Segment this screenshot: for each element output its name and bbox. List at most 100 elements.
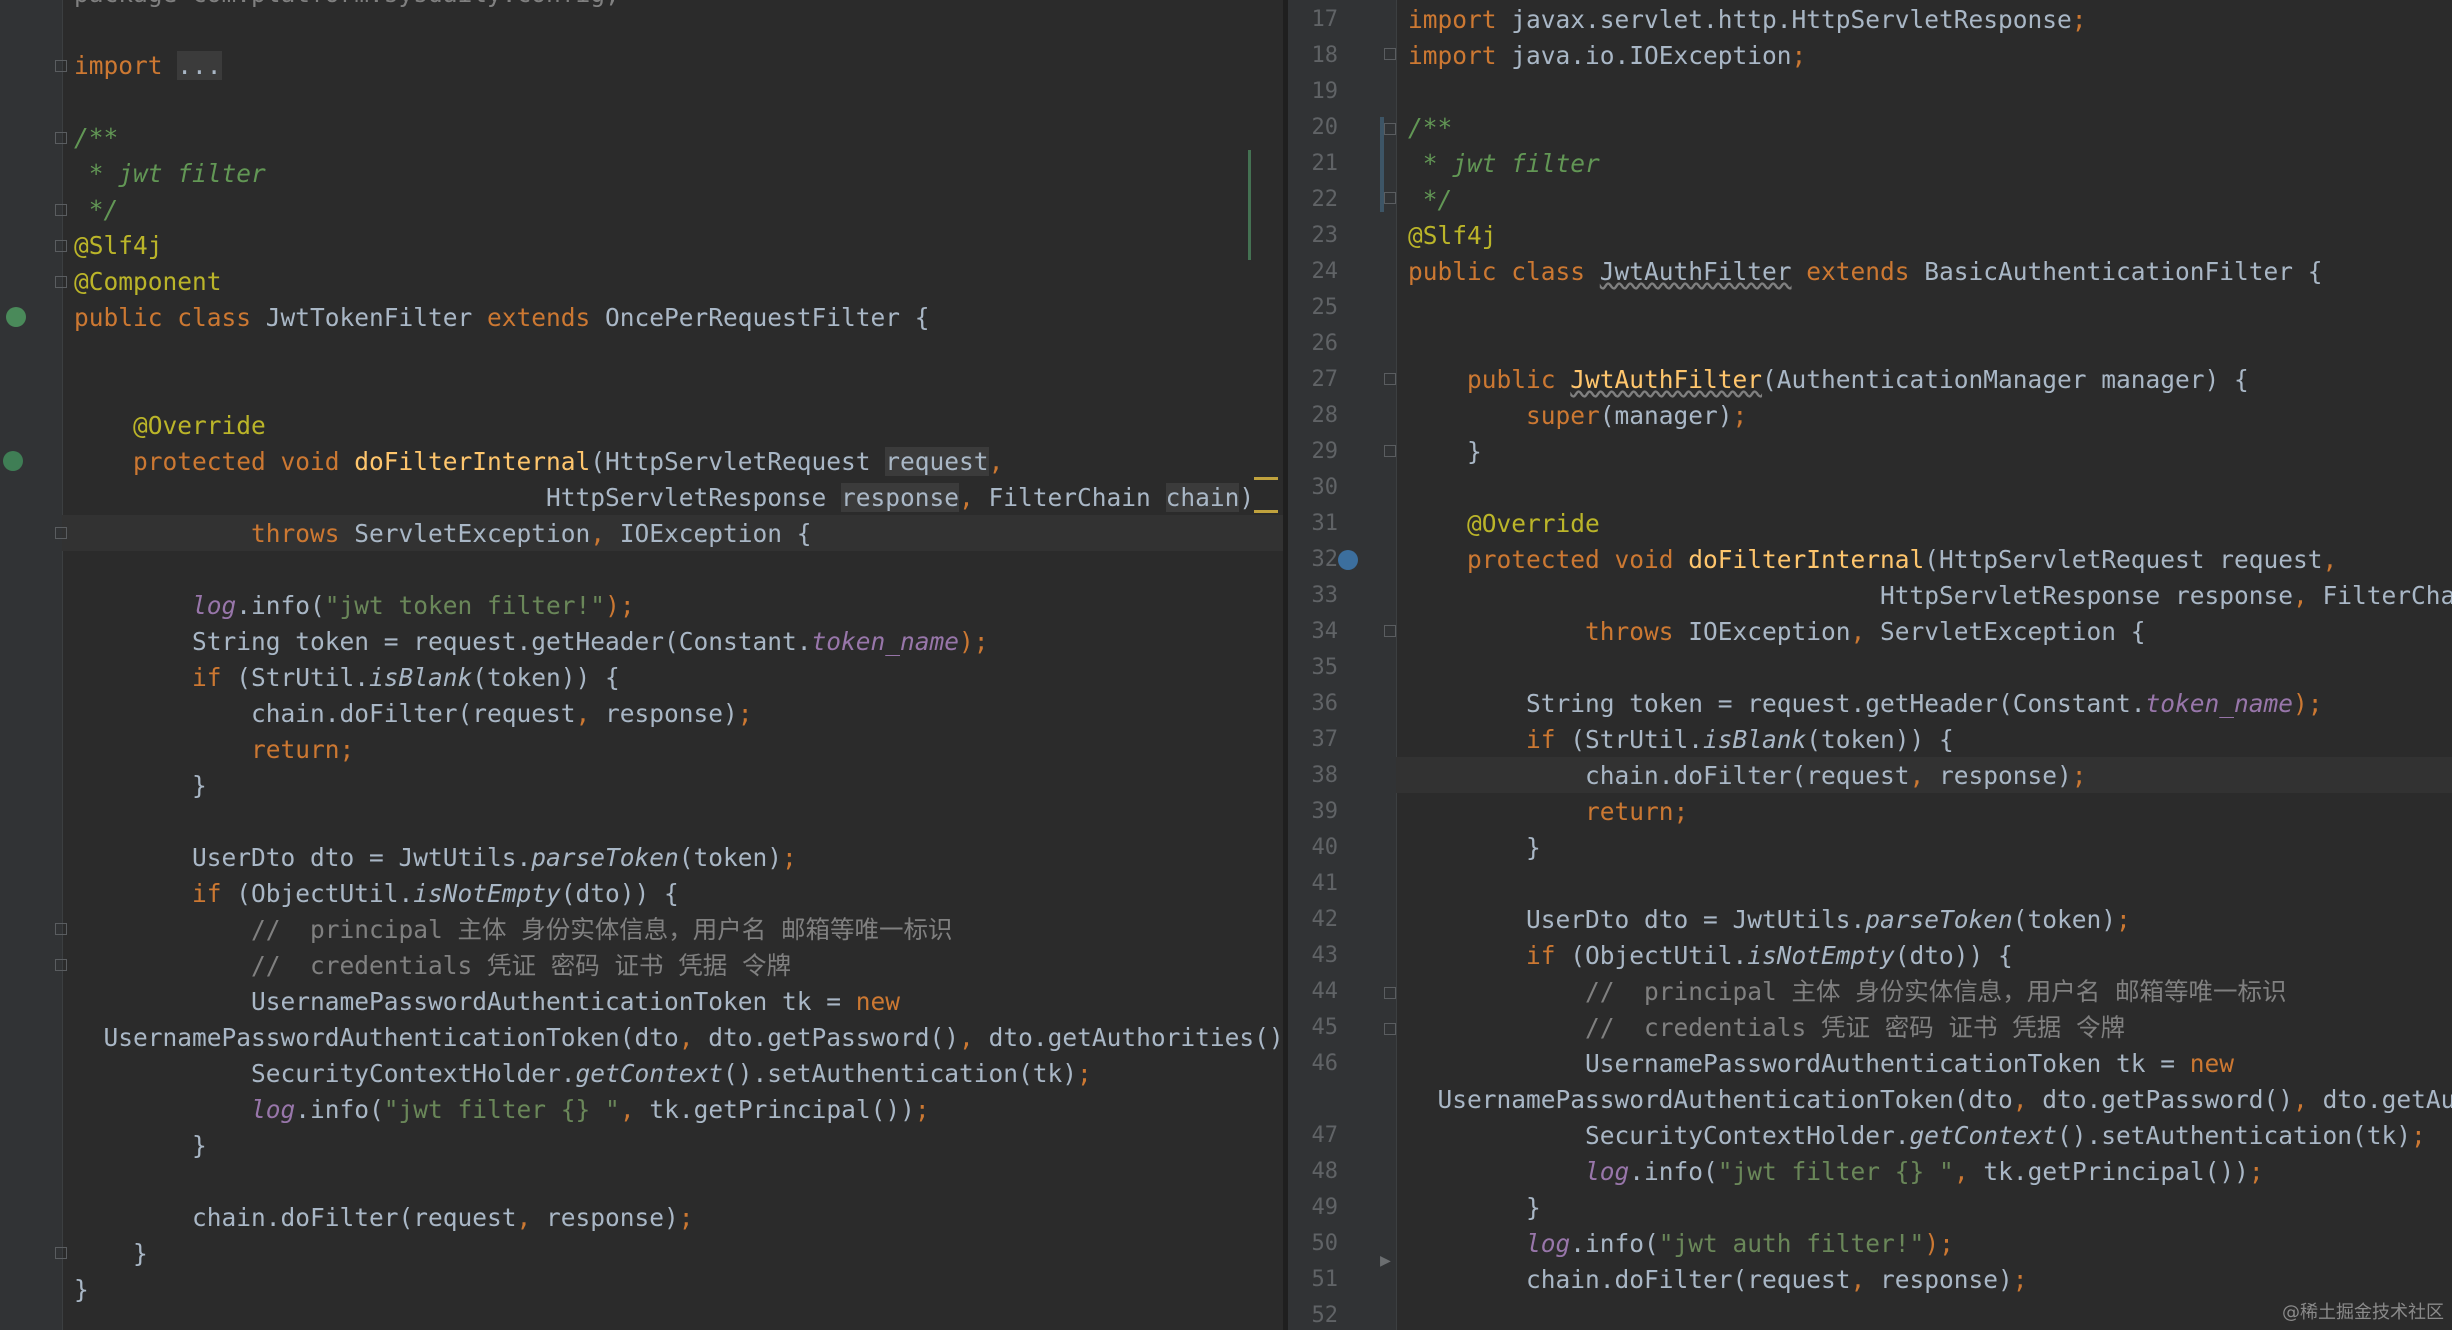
code-line[interactable]: // principal 主体 身份实体信息，用户名 邮箱等唯一标识 xyxy=(74,912,953,948)
code-line[interactable]: chain.doFilter(request, response); xyxy=(74,696,753,732)
code-line[interactable]: @Slf4j xyxy=(1408,218,1497,254)
fold-marker-icon[interactable] xyxy=(55,60,67,72)
fold-marker-icon[interactable] xyxy=(1384,48,1396,60)
fold-marker-icon[interactable] xyxy=(55,923,67,935)
code-line[interactable]: @Slf4j xyxy=(74,228,163,264)
fold-marker-icon[interactable] xyxy=(1384,373,1396,385)
code-token: .info( xyxy=(295,1095,384,1124)
override-icon[interactable] xyxy=(3,451,23,471)
code-token: package com.platform.sysdaily.config; xyxy=(74,0,620,8)
code-line[interactable]: log.info("jwt filter {} ", tk.getPrincip… xyxy=(1408,1154,2264,1190)
code-line[interactable]: public class JwtTokenFilter extends Once… xyxy=(74,300,930,336)
code-token: throws xyxy=(1408,617,1689,646)
code-token: dto.getAuthorities()) xyxy=(988,1023,1283,1052)
line-number: 38 xyxy=(1311,763,1339,788)
code-line[interactable]: if (StrUtil.isBlank(token)) { xyxy=(74,660,620,696)
fold-marker-icon[interactable] xyxy=(55,1247,67,1259)
fold-marker-icon[interactable] xyxy=(55,240,67,252)
code-line[interactable]: import ... xyxy=(74,48,222,84)
code-line[interactable]: throws IOException, ServletException { xyxy=(1408,614,2146,650)
fold-marker-icon[interactable] xyxy=(1384,123,1396,135)
code-line[interactable]: chain.doFilter(request, response); xyxy=(1408,1262,2028,1298)
fold-marker-icon[interactable] xyxy=(1384,192,1396,204)
code-token: String token = request.getHeader(Constan… xyxy=(1408,689,2146,718)
code-line[interactable]: @Override xyxy=(1408,506,1600,542)
code-token: ().setAuthentication(tk) xyxy=(2057,1121,2412,1150)
code-token: , xyxy=(988,447,1004,476)
code-line[interactable]: if (ObjectUtil.isNotEmpty(dto)) { xyxy=(1408,938,2013,974)
code-token: request xyxy=(885,447,989,476)
code-line[interactable]: SecurityContextHolder.getContext().setAu… xyxy=(1408,1118,2426,1154)
code-line[interactable]: log.info("jwt filter {} ", tk.getPrincip… xyxy=(74,1092,930,1128)
code-line[interactable]: } xyxy=(1408,830,1541,866)
code-line[interactable]: String token = request.getHeader(Constan… xyxy=(1408,686,2323,722)
code-line[interactable]: import javax.servlet.http.HttpServletRes… xyxy=(1408,2,2087,38)
code-line[interactable]: return; xyxy=(74,732,354,768)
code-line[interactable]: /** xyxy=(74,120,118,156)
code-line[interactable]: log.info("jwt auth filter!"); xyxy=(1408,1226,1954,1262)
code-token: /** xyxy=(1408,113,1453,142)
code-line[interactable]: import java.io.IOException; xyxy=(1408,38,1806,74)
code-line[interactable]: return; xyxy=(1408,794,1688,830)
code-line[interactable]: String token = request.getHeader(Constan… xyxy=(74,624,989,660)
code-line[interactable]: // credentials 凭证 密码 证书 凭据 令牌 xyxy=(74,948,791,984)
code-line[interactable]: UserDto dto = JwtUtils.parseToken(token)… xyxy=(1408,902,2131,938)
code-line[interactable]: * jwt filter xyxy=(74,156,266,192)
code-line[interactable]: log.info("jwt token filter!"); xyxy=(74,588,635,624)
code-line[interactable]: super(manager); xyxy=(1408,398,1747,434)
code-line[interactable]: } xyxy=(74,1272,89,1308)
code-line[interactable]: * jwt filter xyxy=(1408,146,1600,182)
code-line[interactable]: @Override xyxy=(74,408,266,444)
code-line[interactable]: protected void doFilterInternal(HttpServ… xyxy=(74,444,1003,480)
code-line[interactable]: public class JwtAuthFilter extends Basic… xyxy=(1408,254,2323,290)
code-line[interactable]: } xyxy=(74,1128,207,1164)
code-line[interactable]: @Component xyxy=(74,264,222,300)
code-line[interactable]: */ xyxy=(74,192,119,228)
fold-marker-icon[interactable] xyxy=(55,276,67,288)
code-token: HttpServletResponse response xyxy=(1408,581,2294,610)
code-line[interactable]: } xyxy=(1408,1190,1541,1226)
code-line[interactable]: /** xyxy=(1408,110,1452,146)
code-token: OncePerRequestFilter { xyxy=(605,303,930,332)
fold-marker-icon[interactable] xyxy=(1384,625,1396,637)
code-line[interactable]: HttpServletResponse response, FilterChai… xyxy=(74,480,1254,516)
code-line[interactable]: if (StrUtil.isBlank(token)) { xyxy=(1408,722,1954,758)
code-line[interactable]: // principal 主体 身份实体信息，用户名 邮箱等唯一标识 xyxy=(1408,974,2287,1010)
code-token: ; xyxy=(737,699,753,728)
code-token: ; xyxy=(2248,1157,2264,1186)
code-line[interactable]: // credentials 凭证 密码 证书 凭据 令牌 xyxy=(1408,1010,2125,1046)
code-line[interactable]: } xyxy=(74,768,207,804)
left-editor-pane[interactable]: package com.platform.sysdaily.config; imp… xyxy=(0,0,1283,1330)
code-line[interactable]: package com.platform.sysdaily.config; xyxy=(74,0,620,12)
run-arrow-icon[interactable]: ▶ xyxy=(1380,1250,1391,1271)
code-line[interactable]: throws ServletException, IOException { xyxy=(74,516,812,552)
code-line[interactable]: */ xyxy=(1408,182,1453,218)
code-line[interactable]: if (ObjectUtil.isNotEmpty(dto)) { xyxy=(74,876,679,912)
fold-marker-icon[interactable] xyxy=(1384,445,1396,457)
code-line[interactable]: UserDto dto = JwtUtils.parseToken(token)… xyxy=(74,840,797,876)
code-line[interactable]: UsernamePasswordAuthenticationToken tk =… xyxy=(74,984,900,1020)
bean-icon[interactable] xyxy=(6,307,26,327)
override-icon[interactable] xyxy=(1338,550,1358,570)
fold-marker-icon[interactable] xyxy=(1384,1023,1396,1035)
code-line[interactable]: } xyxy=(74,1236,148,1272)
code-token: extends xyxy=(1791,257,1925,286)
fold-marker-icon[interactable] xyxy=(55,527,67,539)
code-line[interactable]: } xyxy=(1408,434,1482,470)
right-editor-pane[interactable]: 17 import javax.servlet.http.HttpServletR… xyxy=(1288,0,2452,1330)
code-token: // principal 主体 身份实体信息，用户名 邮箱等唯一标识 xyxy=(74,915,953,944)
code-line[interactable]: SecurityContextHolder.getContext().setAu… xyxy=(74,1056,1092,1092)
code-line[interactable]: chain.doFilter(request, response); xyxy=(74,1200,694,1236)
fold-marker-icon[interactable] xyxy=(55,204,67,216)
code-line[interactable]: chain.doFilter(request, response); xyxy=(1408,758,2087,794)
code-line[interactable]: HttpServletResponse response, FilterCha xyxy=(1408,578,2452,614)
code-line[interactable]: public JwtAuthFilter(AuthenticationManag… xyxy=(1408,362,2249,398)
code-line[interactable]: UsernamePasswordAuthenticationToken(dto,… xyxy=(74,1020,1284,1056)
code-token: , xyxy=(1953,1157,1984,1186)
code-line[interactable]: UsernamePasswordAuthenticationToken(dto,… xyxy=(1408,1082,2452,1118)
code-line[interactable]: protected void doFilterInternal(HttpServ… xyxy=(1408,542,2337,578)
fold-marker-icon[interactable] xyxy=(55,959,67,971)
fold-marker-icon[interactable] xyxy=(55,132,67,144)
code-line[interactable]: UsernamePasswordAuthenticationToken tk =… xyxy=(1408,1046,2234,1082)
fold-marker-icon[interactable] xyxy=(1384,987,1396,999)
